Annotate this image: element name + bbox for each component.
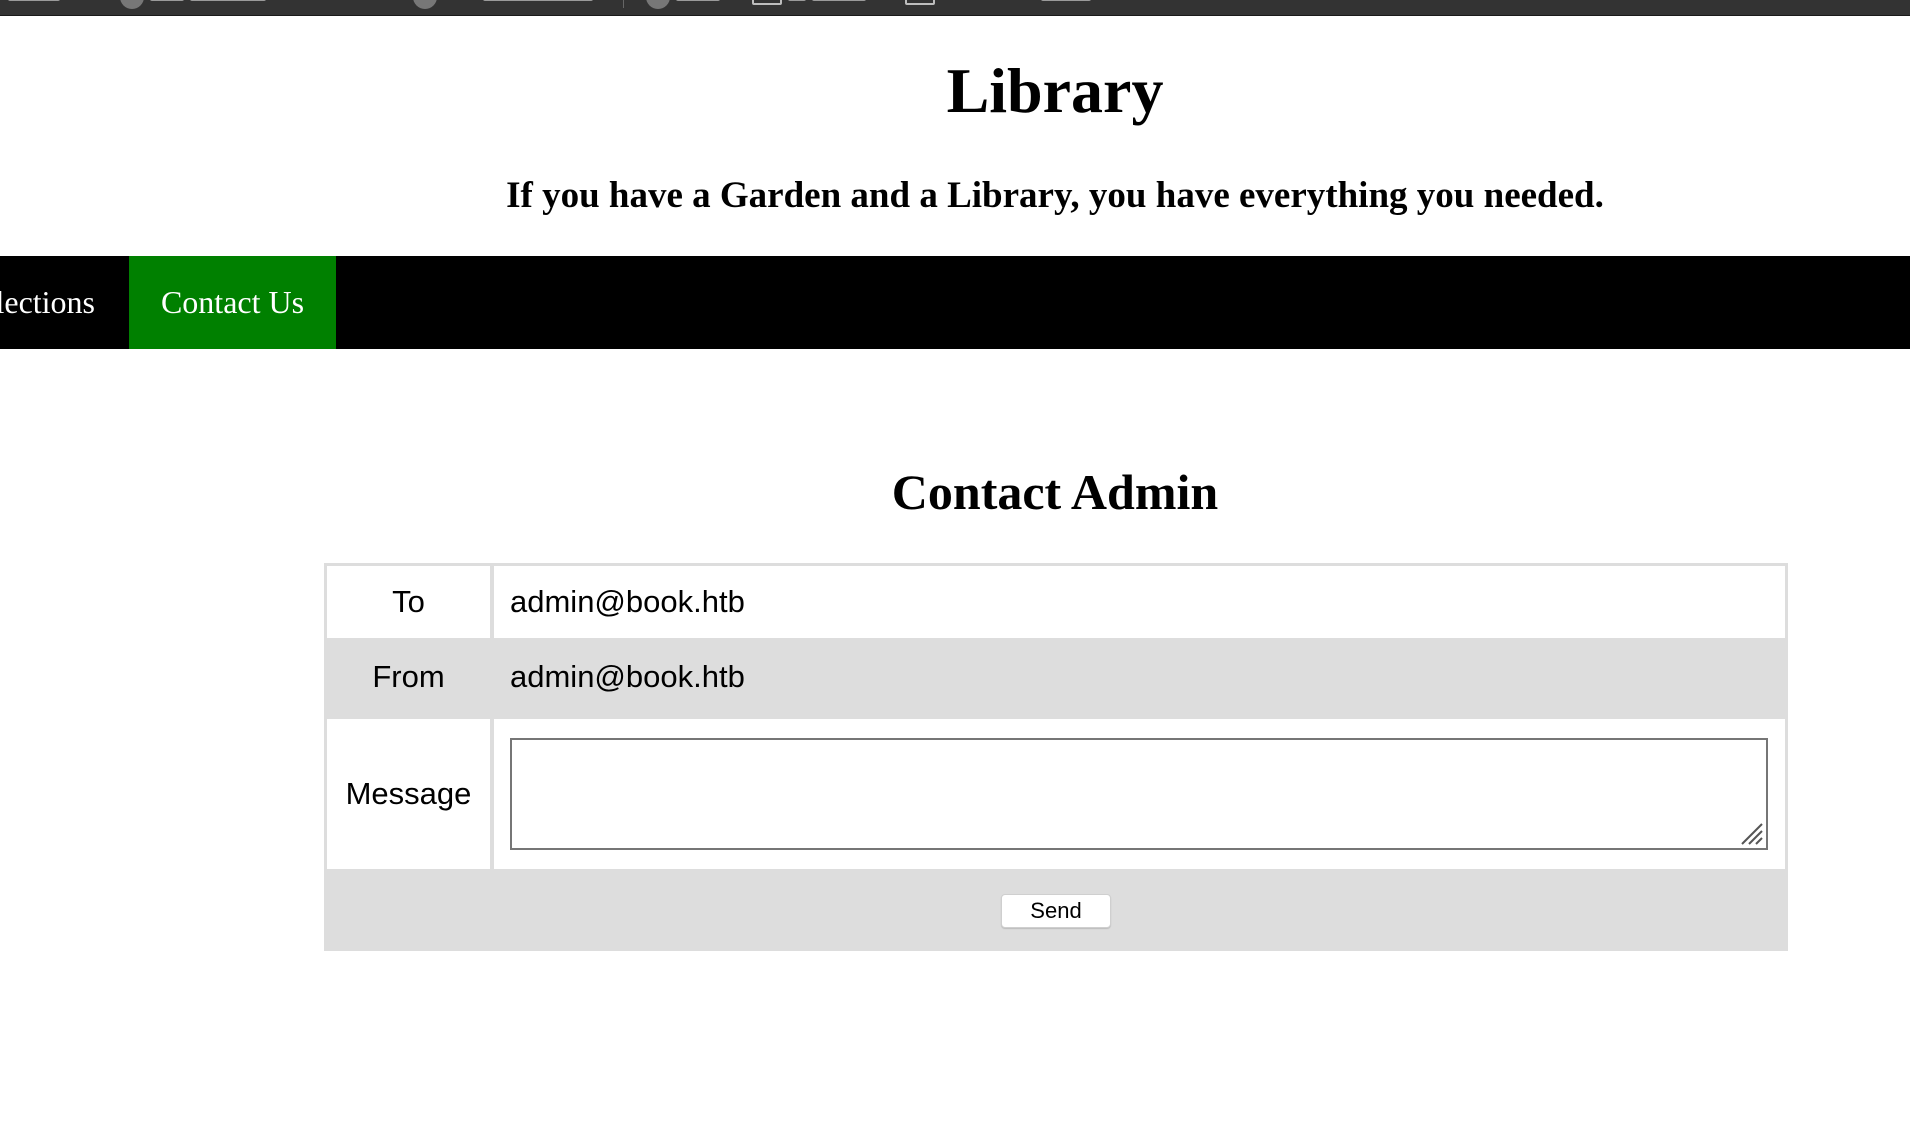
contact-form: To admin@book.htb From admin@book.htb Me… — [324, 563, 1788, 951]
to-row: To admin@book.htb — [327, 566, 1785, 638]
bookmark-item[interactable] — [905, 0, 1091, 7]
bookmark-item[interactable] — [120, 0, 266, 9]
bookmark-item[interactable] — [752, 0, 866, 7]
bookmark-item[interactable] — [8, 0, 60, 7]
message-label: Message — [327, 719, 494, 869]
folder-icon — [905, 0, 935, 5]
main-navbar: Collections Contact Us — [0, 256, 1910, 349]
nav-item-contact-us[interactable]: Contact Us — [129, 256, 336, 349]
from-row: From admin@book.htb — [327, 638, 1785, 715]
bookmark-item[interactable] — [646, 0, 720, 9]
send-button[interactable]: Send — [1001, 893, 1111, 928]
globe-icon — [646, 0, 670, 9]
globe-icon — [120, 0, 144, 9]
site-title: Library — [946, 55, 1164, 126]
from-label: From — [327, 638, 494, 715]
bookmark-item[interactable] — [413, 0, 593, 9]
site-tagline: If you have a Garden and a Library, you … — [506, 175, 1604, 216]
resize-grip-icon[interactable] — [1738, 820, 1764, 846]
from-value: admin@book.htb — [510, 658, 745, 694]
to-label: To — [327, 566, 494, 638]
message-row: Message — [327, 715, 1785, 869]
send-row: Send — [327, 869, 1785, 948]
contact-heading: Contact Admin — [891, 464, 1219, 520]
nav-item-collections[interactable]: Collections — [0, 256, 128, 349]
to-value: admin@book.htb — [510, 584, 745, 619]
folder-icon — [752, 0, 782, 5]
browser-bookmarks-bar — [0, 0, 1910, 16]
message-textarea[interactable] — [510, 738, 1768, 850]
globe-icon — [413, 0, 437, 9]
